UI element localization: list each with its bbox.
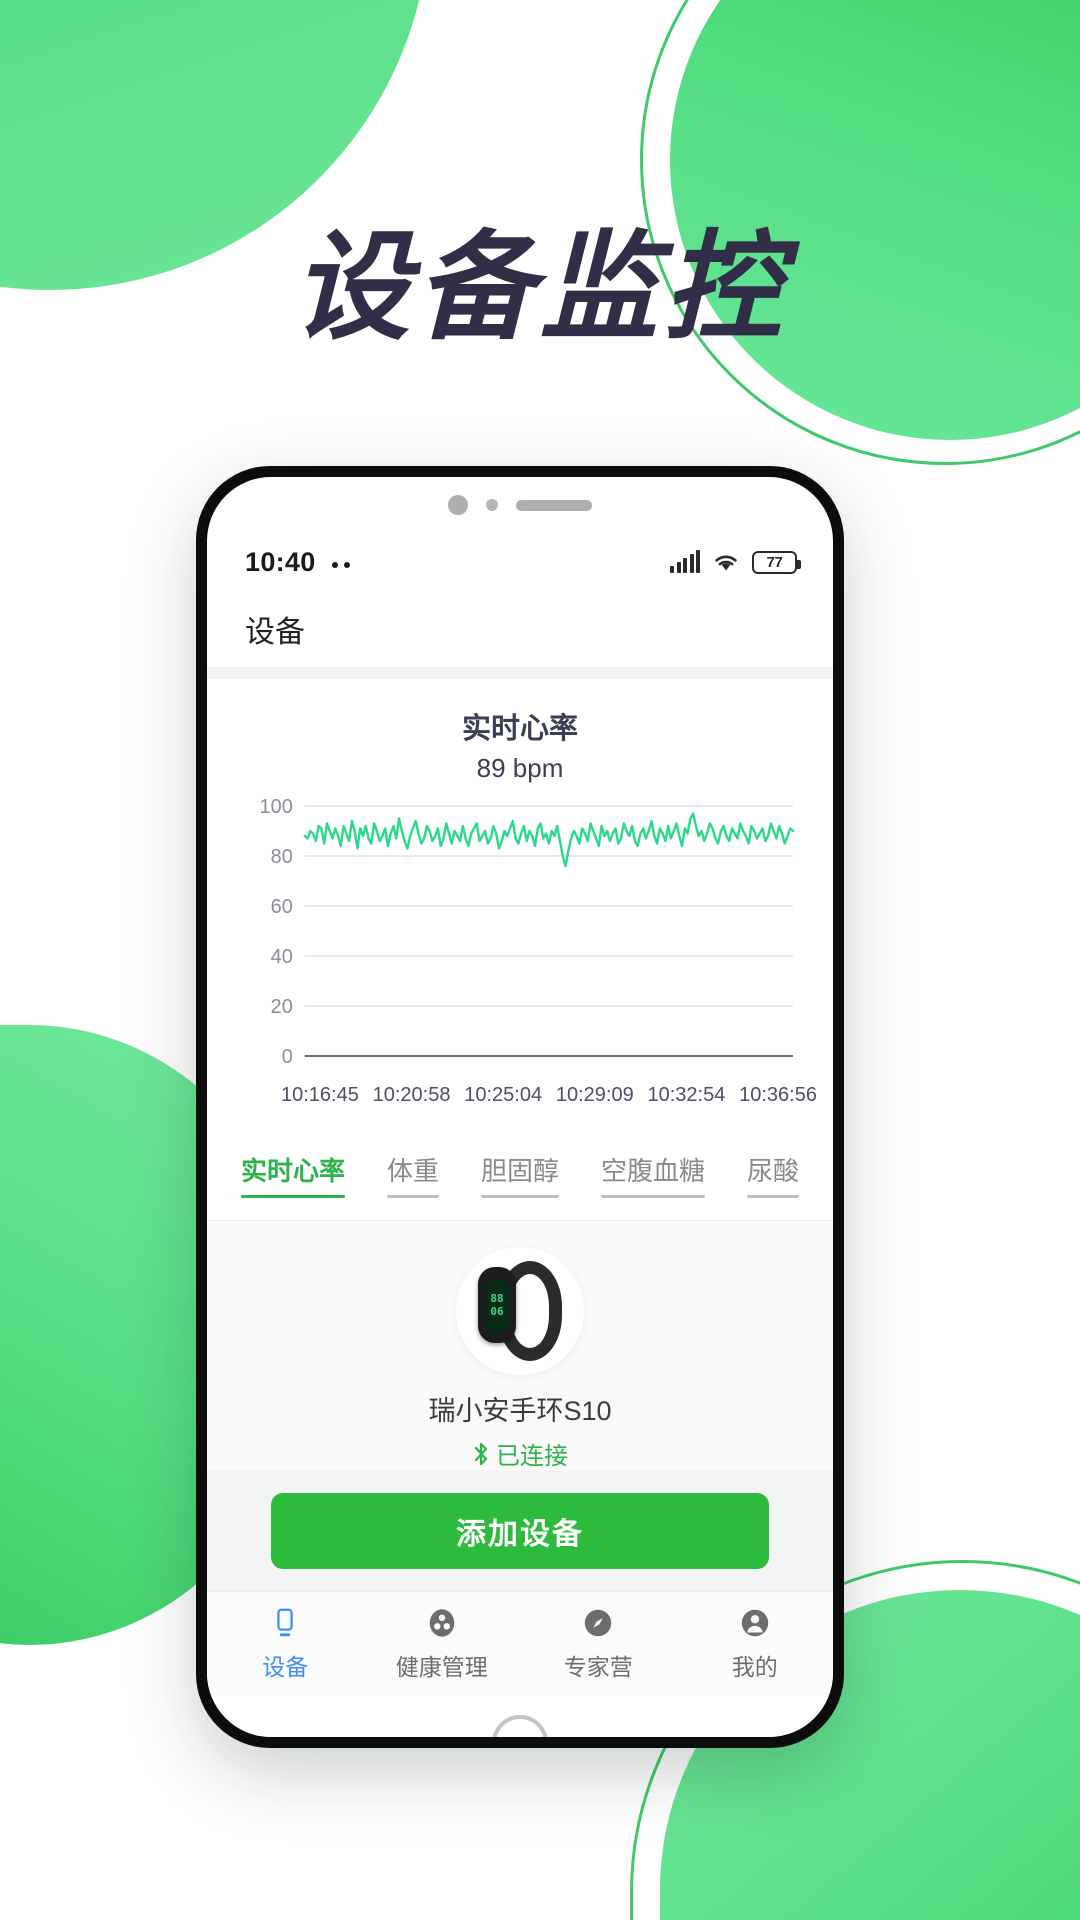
chart-xaxis-tick: 10:20:58 [372,1084,451,1106]
bottom-navigation-bar[interactable]: 设备 健康管理 专家营 我的 [207,1591,833,1695]
bluetooth-icon [474,1442,488,1465]
metric-tab-label: 空腹血糖 [600,1156,705,1186]
metric-tab-2[interactable]: 胆固醇 [480,1151,559,1198]
add-device-zone: 添加设备 [207,1471,833,1591]
chart-xaxis-tick: 10:36:56 [739,1084,817,1106]
app-bar: 设备 [207,591,833,667]
page-title: 设备监控 [291,218,788,356]
user-profile-icon [741,1609,768,1637]
chart-xaxis-tick: 10:16:45 [281,1084,359,1106]
sensor-dot-icon [486,499,498,511]
band-face: 88 06 [478,1267,516,1343]
chart-current-value: 89 bpm [476,753,564,783]
nav-item-0[interactable]: 设备 [207,1605,364,1682]
svg-text:100: 100 [260,798,293,818]
device-name: 瑞小安手环S10 [428,1396,612,1426]
chart-plot-area: 100 80 60 40 20 0 [207,798,833,1078]
band-display-line2: 06 [490,1305,504,1318]
phone-mockup: 10:40 77 设备 实时心率 89 bpm 100 80 60 40 20 … [196,466,844,1748]
chart-xaxis-tick: 10:25:04 [464,1084,543,1106]
nav-icon-wrap [737,1605,773,1641]
nav-item-label: 专家营 [563,1654,633,1680]
compass-expert-icon [585,1609,612,1637]
metric-tab-underline [600,1195,705,1198]
home-circle-icon[interactable] [492,1715,548,1737]
metric-tab-underline [386,1195,439,1198]
status-time: 10:40 [245,546,316,577]
health-management-icon [429,1609,455,1637]
two-dots-icon [331,556,350,568]
metric-tab-label: 胆固醇 [480,1156,559,1186]
nav-icon-wrap [267,1605,303,1641]
svg-text:40: 40 [271,946,293,968]
heart-rate-chart-card: 实时心率 89 bpm 100 80 60 40 20 0 10:16:45 10:20:5… [207,679,833,1125]
home-indicator-zone [207,1695,833,1737]
camera-lens-icon [448,495,468,515]
status-bar-left: 10:40 [245,547,350,578]
metric-tab-underline [241,1195,346,1198]
chart-xaxis-labels: 10:16:45 10:20:58 10:25:04 10:29:09 10:32:54… [207,1078,833,1107]
band-screen: 88 06 [484,1278,510,1332]
nav-item-label: 我的 [731,1654,778,1680]
svg-text:60: 60 [271,896,293,918]
chart-xaxis-tick: 10:29:09 [555,1084,634,1106]
nav-item-3[interactable]: 我的 [677,1605,834,1682]
status-bar-right: 77 [670,550,801,574]
nav-icon-wrap [424,1605,460,1641]
signal-bars-icon [670,550,700,573]
svg-text:20: 20 [271,996,293,1018]
metric-tab-3[interactable]: 空腹血糖 [600,1151,705,1198]
connected-device-card[interactable]: 88 06 瑞小安手环S10 已连接 [207,1220,833,1471]
nav-item-label: 健康管理 [395,1654,488,1680]
nav-icon-wrap [580,1605,616,1641]
add-device-button[interactable]: 添加设备 [271,1493,769,1569]
band-display-line1: 88 [490,1292,504,1305]
metric-tab-underline [480,1195,559,1198]
metric-tab-1[interactable]: 体重 [386,1151,439,1198]
metric-tab-bar[interactable]: 实时心率 体重 胆固醇 空腹血糖 尿酸 [207,1125,833,1220]
device-status-label: 已连接 [496,1443,568,1470]
wifi-icon [715,555,737,571]
chart-title: 实时心率 [461,713,578,745]
metric-tab-label: 体重 [386,1156,439,1186]
heart-rate-line-chart: 100 80 60 40 20 0 [260,798,795,1068]
phone-sensor-row [207,477,833,533]
metric-tab-underline [746,1195,799,1198]
nav-item-label: 设备 [262,1654,309,1680]
status-bar: 10:40 77 [207,533,833,591]
phone-device-icon [277,1608,293,1637]
metric-tab-label: 尿酸 [746,1156,799,1186]
svg-text:80: 80 [271,846,293,868]
battery-level-label: 77 [766,553,783,571]
phone-screen: 10:40 77 设备 实时心率 89 bpm 100 80 60 40 20 … [207,477,833,1737]
earpiece-speaker-icon [516,499,592,511]
device-image-circle: 88 06 [456,1247,584,1375]
nav-item-1[interactable]: 健康管理 [364,1605,521,1682]
device-connection-status: 已连接 [472,1436,568,1471]
fitness-band-icon: 88 06 [472,1259,568,1363]
nav-item-2[interactable]: 专家营 [520,1605,677,1682]
chart-xaxis-tick: 10:32:54 [647,1084,726,1106]
svg-text:0: 0 [282,1046,293,1068]
battery-icon: 77 [752,550,801,574]
section-divider [207,667,833,679]
metric-tab-0[interactable]: 实时心率 [241,1151,346,1198]
metric-tab-4[interactable]: 尿酸 [746,1151,799,1198]
metric-tab-label: 实时心率 [241,1156,346,1186]
app-bar-title: 设备 [245,616,305,649]
